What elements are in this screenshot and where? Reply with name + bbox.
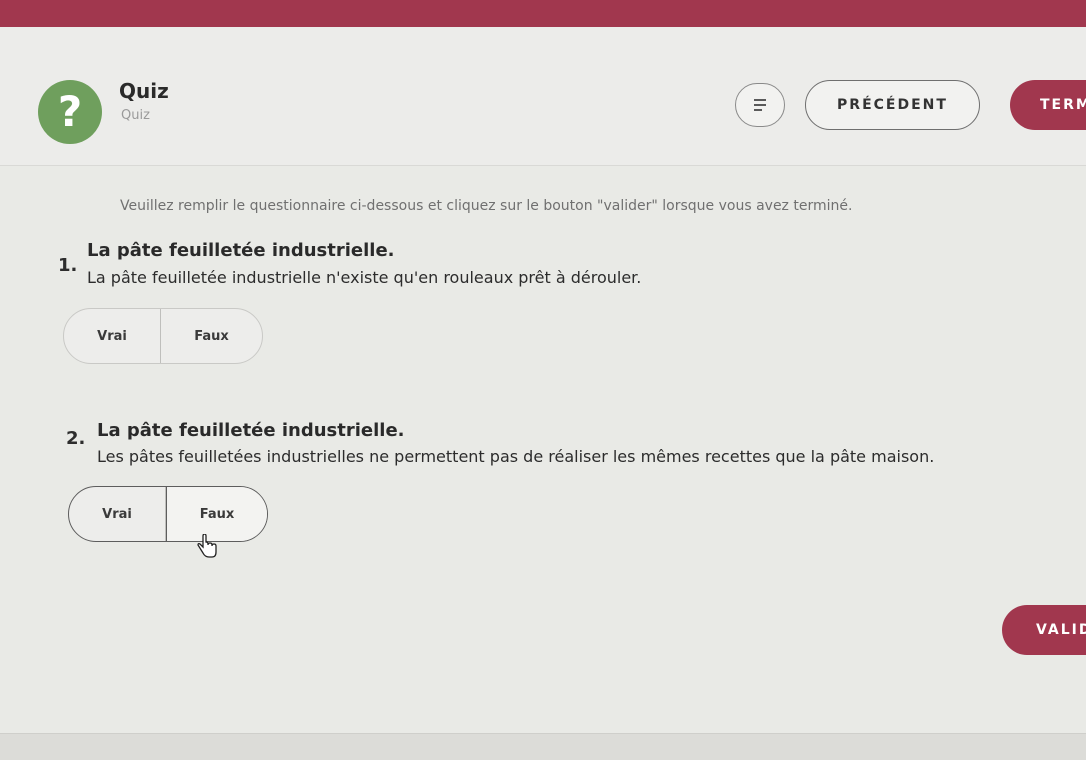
- page-title: Quiz: [119, 79, 169, 103]
- question-2-text: Les pâtes feuilletées industrielles ne p…: [97, 447, 935, 466]
- top-accent-bar: [0, 0, 1086, 27]
- question-2-number: 2.: [66, 428, 86, 449]
- question-2-toggle: Vrai Faux: [68, 486, 268, 542]
- question-1-option-vrai[interactable]: Vrai: [64, 309, 161, 363]
- hand-pointer-icon: [197, 534, 217, 558]
- question-2-option-vrai[interactable]: Vrai: [69, 487, 166, 541]
- question-2-option-faux[interactable]: Faux: [166, 487, 267, 541]
- page-subtitle: Quiz: [121, 108, 150, 123]
- question-list-button[interactable]: [735, 83, 785, 127]
- quiz-question-icon: ?: [38, 80, 102, 144]
- question-1-toggle: Vrai Faux: [63, 308, 263, 364]
- list-icon: [754, 99, 766, 111]
- footer-bar: [0, 733, 1086, 760]
- question-1-text: La pâte feuilletée industrielle n'existe…: [87, 268, 642, 287]
- submit-button[interactable]: VALIDER: [1002, 605, 1086, 655]
- instructions-text: Veuillez remplir le questionnaire ci-des…: [120, 198, 853, 214]
- question-1-number: 1.: [58, 255, 78, 276]
- previous-button[interactable]: PRÉCÉDENT: [805, 80, 980, 130]
- finish-button[interactable]: TERM: [1010, 80, 1086, 130]
- question-1-option-faux[interactable]: Faux: [161, 309, 262, 363]
- question-2-title: La pâte feuilletée industrielle.: [97, 420, 405, 441]
- question-1-title: La pâte feuilletée industrielle.: [87, 240, 395, 261]
